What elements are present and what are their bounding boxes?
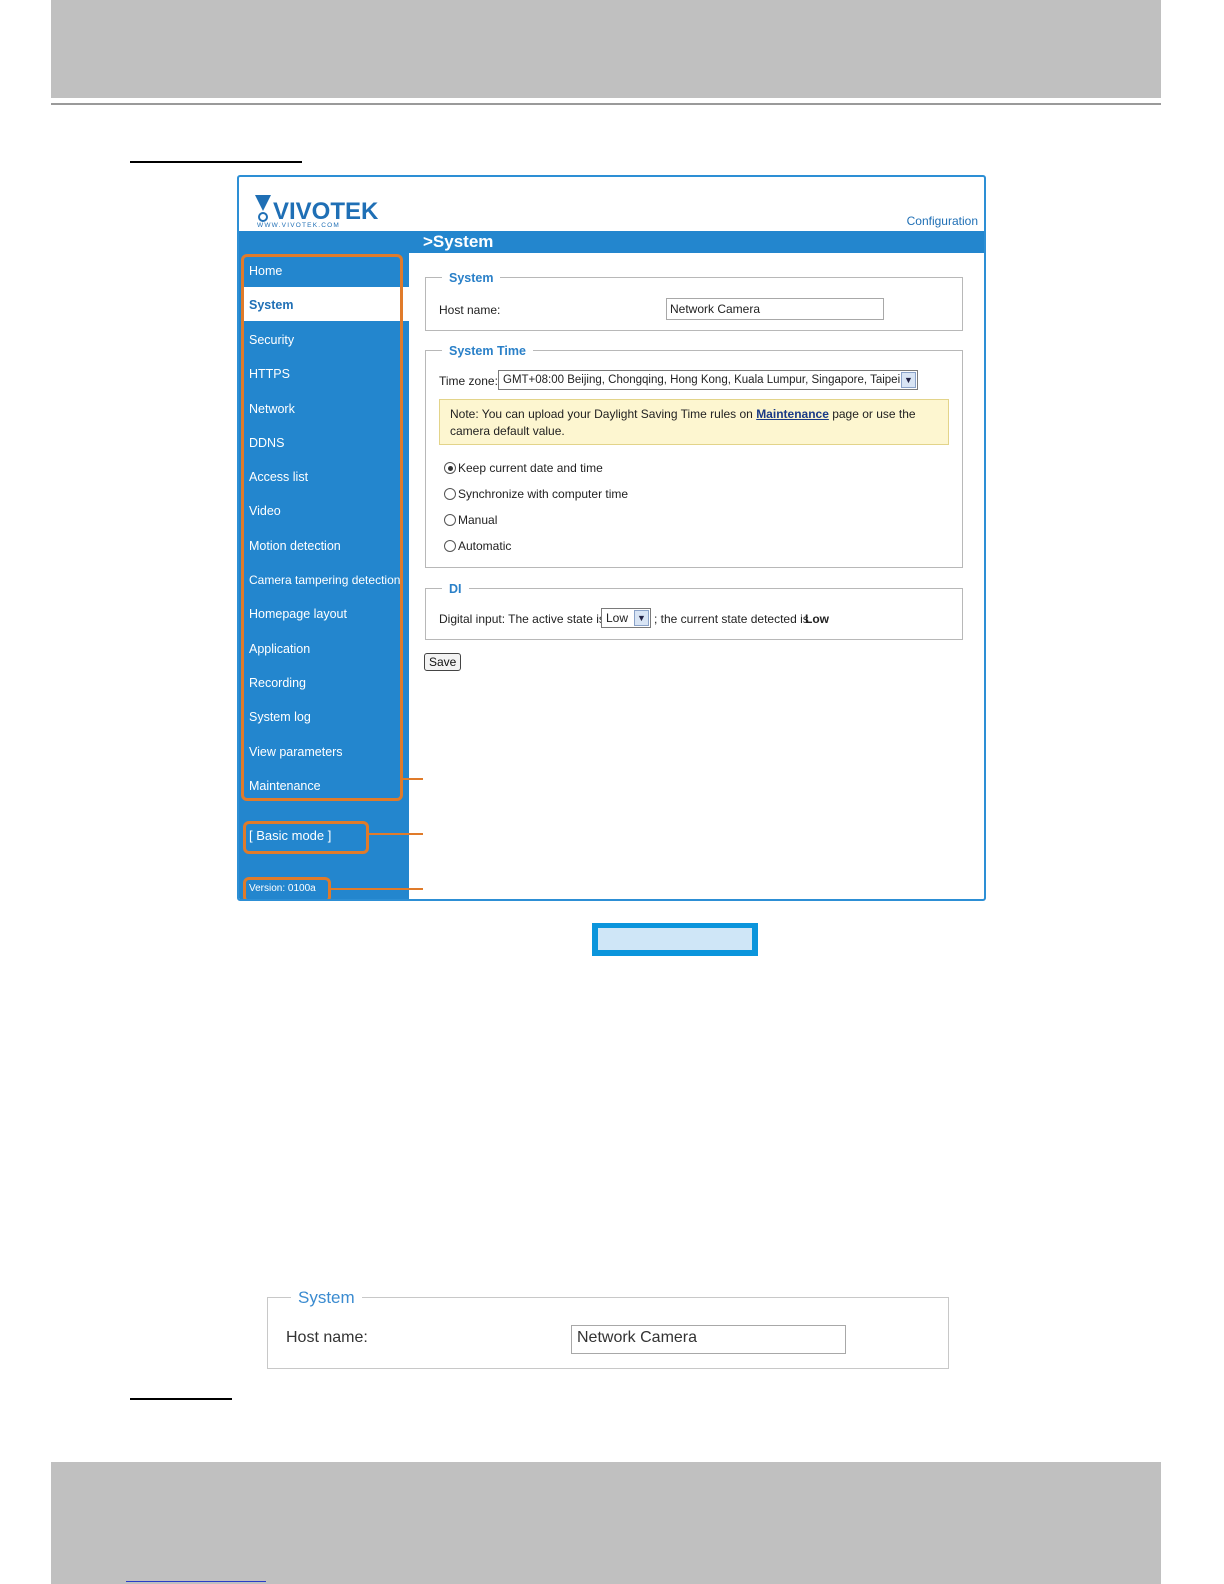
- maintenance-link[interactable]: Maintenance: [756, 407, 829, 421]
- option-sync-computer-label: Synchronize with computer time: [458, 487, 629, 501]
- version-highlight: [243, 877, 331, 899]
- note-prefix: Note: You can upload your Daylight Savin…: [450, 407, 757, 421]
- vivotek-logo: VIVOTEK WWW.VIVOTEK.COM: [255, 195, 379, 229]
- di-text-after: ; the current state detected is: [654, 612, 809, 626]
- active-state-select[interactable]: Low ▼: [601, 608, 651, 628]
- callout-line-version: [329, 888, 423, 890]
- enlarged-host-name-input[interactable]: Network Camera: [571, 1325, 846, 1354]
- brand-url: WWW.VIVOTEK.COM: [257, 222, 340, 229]
- chevron-down-icon: ▼: [901, 372, 916, 388]
- callout-line-menu: [401, 778, 423, 780]
- section-heading-underline: [130, 161, 302, 163]
- enlarged-host-name-label: Host name:: [286, 1329, 368, 1346]
- radio-automatic[interactable]: [444, 540, 456, 552]
- footer-link-underline: [126, 1581, 266, 1582]
- time-zone-select[interactable]: GMT+08:00 Beijing, Chongqing, Hong Kong,…: [498, 370, 918, 390]
- caption-box-inner: [598, 928, 752, 950]
- option-manual-label: Manual: [458, 513, 498, 527]
- basic-mode-highlight: [243, 821, 369, 854]
- callout-line-basic: [369, 833, 423, 835]
- radio-keep-current[interactable]: [444, 462, 456, 474]
- di-legend: DI: [442, 582, 469, 596]
- radio-sync-computer[interactable]: [444, 488, 456, 500]
- page-header-band: [51, 0, 1161, 98]
- page-footer-band: [51, 1462, 1161, 1584]
- system-time-legend: System Time: [442, 344, 533, 358]
- active-state-value: Low: [606, 611, 629, 625]
- host-name-input[interactable]: Network Camera: [666, 298, 884, 320]
- enlarged-system-legend: System: [291, 1288, 362, 1308]
- time-zone-value: GMT+08:00 Beijing, Chongqing, Hong Kong,…: [503, 374, 901, 386]
- host-name-label: Host name:: [439, 303, 501, 317]
- option-automatic-label: Automatic: [458, 539, 512, 553]
- page-title: >System: [423, 232, 494, 251]
- brand-text: VIVOTEK: [273, 198, 379, 225]
- title-bar: [239, 231, 984, 253]
- configuration-link[interactable]: Configuration: [907, 214, 978, 228]
- option-keep-current-label: Keep current date and time: [458, 461, 603, 475]
- system-legend: System: [442, 271, 501, 285]
- radio-manual[interactable]: [444, 514, 456, 526]
- save-button[interactable]: Save: [424, 653, 462, 671]
- chevron-down-icon: ▼: [634, 610, 649, 626]
- time-zone-label: Time zone:: [439, 374, 498, 388]
- nav-menu-highlight: [241, 254, 403, 801]
- header-rule: [51, 103, 1161, 105]
- di-text-before: Digital input: The active state is: [439, 612, 605, 626]
- dst-note: Note: You can upload your Daylight Savin…: [439, 399, 949, 445]
- section-underline: [130, 1398, 232, 1400]
- current-state-value: Low: [805, 612, 829, 626]
- camera-config-screenshot: VIVOTEK WWW.VIVOTEK.COM Configuration >S…: [237, 175, 986, 901]
